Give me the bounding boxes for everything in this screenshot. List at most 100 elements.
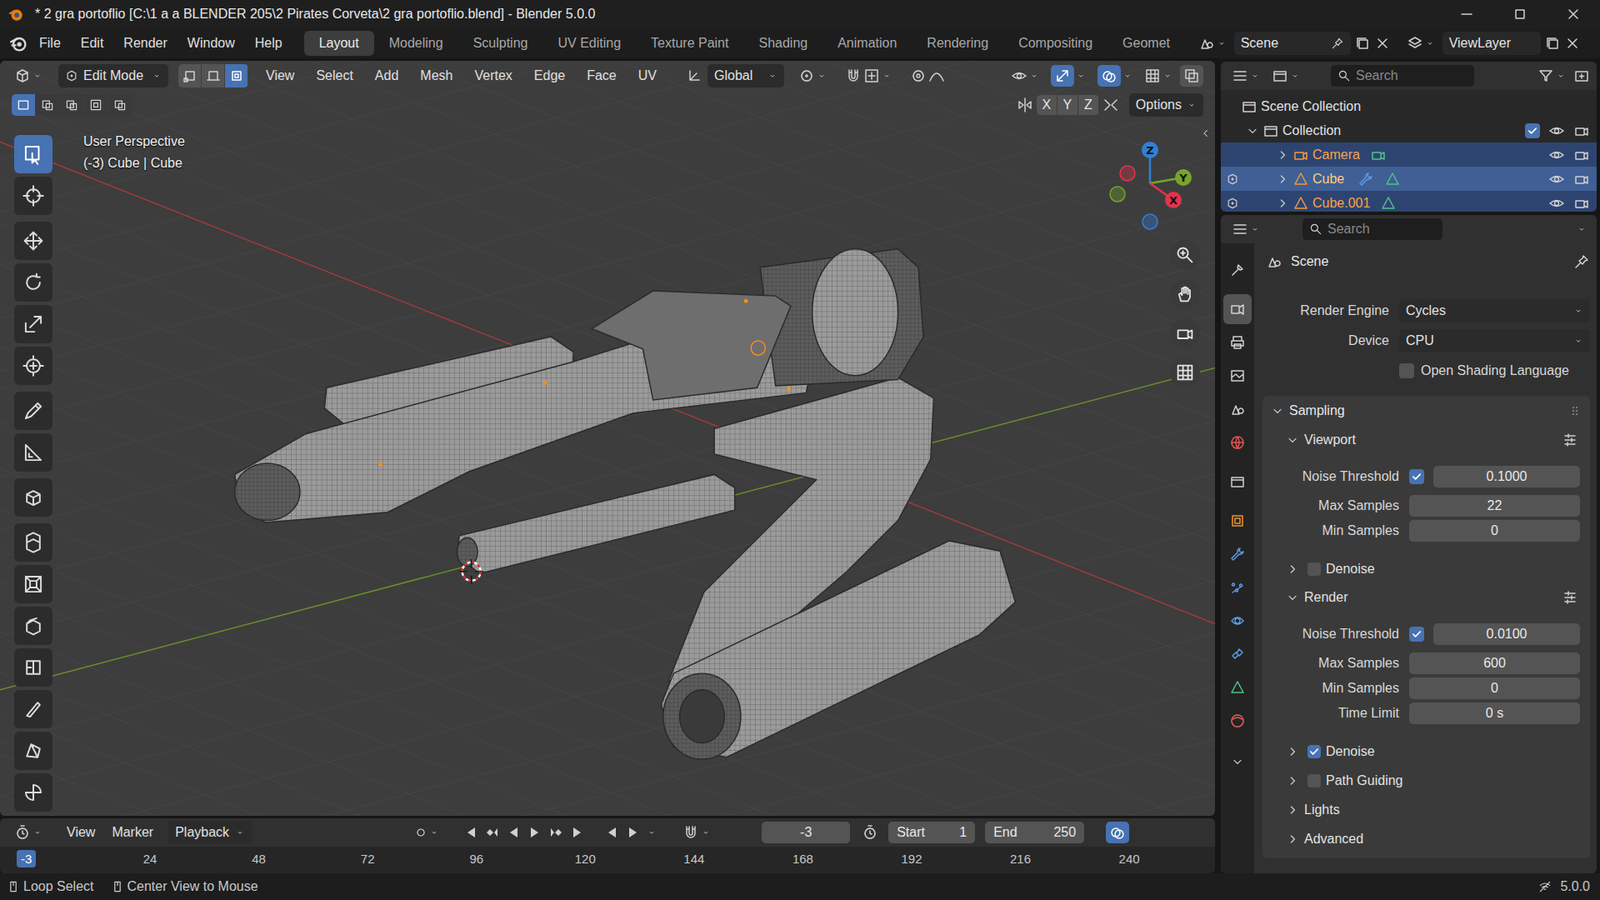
subpanel-header[interactable]: Lights — [1262, 795, 1590, 825]
mesh-data-icon[interactable] — [1380, 195, 1397, 212]
playback-dropdown[interactable]: Playback — [168, 820, 252, 845]
workspace-tab[interactable]: Modeling — [374, 30, 459, 56]
next-keyframe-icon[interactable] — [548, 824, 565, 841]
property-dropdown[interactable]: Cycles — [1399, 299, 1590, 323]
ship-lower-cylinder[interactable] — [660, 540, 1015, 758]
timeline-menu-item[interactable]: View — [58, 822, 104, 843]
properties-tab[interactable] — [1223, 505, 1252, 536]
workspace-tab[interactable]: Shading — [743, 30, 823, 56]
close-button[interactable] — [1546, 0, 1600, 29]
expanded-icon[interactable] — [1245, 124, 1260, 138]
tool-button[interactable] — [14, 305, 53, 344]
negative-axis-handle[interactable] — [1120, 165, 1135, 181]
previous-keyframe-icon[interactable] — [483, 824, 500, 841]
axis-handle[interactable]: X — [1165, 191, 1182, 209]
properties-tab[interactable] — [1223, 360, 1252, 391]
properties-tab[interactable] — [1223, 705, 1252, 736]
current-frame-marker[interactable]: -3 — [16, 850, 36, 868]
jump-start-icon[interactable] — [461, 824, 479, 841]
collapsed-icon[interactable] — [1275, 196, 1290, 210]
subpanel-checkbox[interactable] — [1307, 562, 1321, 576]
sidebar-toggle-icon[interactable] — [1200, 127, 1212, 140]
tool-button[interactable] — [14, 606, 53, 645]
viewport-menu-item[interactable]: Face — [575, 65, 628, 87]
outliner-object-row[interactable]: Camera — [1220, 142, 1597, 167]
eye-icon[interactable] — [1548, 170, 1565, 188]
tool-button[interactable] — [14, 433, 53, 472]
number-field[interactable]: 22 — [1409, 495, 1580, 517]
ship-nose-intake[interactable] — [235, 463, 300, 521]
tool-button[interactable] — [14, 648, 53, 687]
outliner-object-row[interactable]: Cube — [1220, 166, 1597, 191]
viewport-menu-item[interactable]: Select — [305, 65, 364, 87]
box-select-mode-button[interactable] — [35, 94, 60, 116]
workspace-tab[interactable]: Sculpting — [458, 30, 544, 56]
menu-item[interactable]: Window — [177, 32, 245, 55]
render-camera-icon[interactable] — [1573, 195, 1590, 212]
visibility-button[interactable] — [1006, 64, 1044, 88]
menu-item[interactable]: File — [29, 32, 71, 55]
mirror-axis-button[interactable]: Z — [1078, 95, 1100, 115]
subpanel-checkbox[interactable] — [1307, 774, 1321, 788]
box-select-mode-button[interactable] — [60, 94, 85, 116]
mesh-edit-overlay-button[interactable] — [1140, 64, 1177, 88]
render-camera-icon[interactable] — [1573, 146, 1590, 164]
jump-end-icon[interactable] — [570, 824, 587, 841]
number-field[interactable]: 0 — [1409, 520, 1580, 542]
properties-editor-type-button[interactable] — [1227, 217, 1265, 241]
workspace-tab[interactable]: Animation — [822, 30, 912, 56]
view-layer-browse-button[interactable] — [1402, 31, 1440, 55]
subpanel-header[interactable]: Viewport — [1262, 425, 1590, 455]
transform-orientation[interactable]: Global — [685, 64, 785, 88]
eye-icon[interactable] — [1548, 146, 1565, 164]
properties-tab[interactable] — [1223, 605, 1252, 636]
drag-handle-icon[interactable] — [1568, 404, 1582, 418]
render-camera-icon[interactable] — [1573, 170, 1590, 188]
subpanel-header[interactable]: Path Guiding — [1262, 765, 1590, 795]
axis-handle[interactable]: Z — [1141, 141, 1159, 159]
render-camera-icon[interactable] — [1573, 122, 1590, 140]
subpanel-header[interactable]: Render — [1262, 583, 1590, 612]
osl-checkbox[interactable] — [1399, 363, 1415, 379]
navigation-button[interactable] — [1170, 357, 1200, 388]
preview-range-toggle[interactable] — [1105, 821, 1130, 844]
property-checkbox[interactable] — [1409, 626, 1425, 642]
properties-tab[interactable] — [1223, 394, 1252, 425]
collapsed-icon[interactable] — [1275, 148, 1290, 162]
overlay-toggle[interactable] — [1093, 61, 1137, 90]
maximize-button[interactable] — [1493, 0, 1547, 29]
end-frame-field[interactable]: End250 — [985, 821, 1085, 844]
axis-handle[interactable]: Y — [1175, 169, 1192, 186]
timeline-menu-item[interactable]: Marker — [103, 822, 162, 843]
number-field[interactable]: 0 — [1409, 677, 1580, 700]
3d-viewport[interactable]: Edit ModeViewSelectAddMeshVertexEdgeFace… — [0, 60, 1215, 816]
blender-menu-icon[interactable] — [8, 33, 29, 54]
edit-mode-toggle-icon[interactable] — [1225, 196, 1240, 210]
new-view-layer-icon[interactable] — [1544, 35, 1561, 52]
outliner-object-row[interactable]: Cube.001 — [1220, 190, 1597, 212]
property-dropdown[interactable]: CPU — [1399, 329, 1590, 353]
play-icon[interactable] — [526, 824, 544, 841]
outliner-editor-type-button[interactable] — [1227, 64, 1265, 88]
presets-icon[interactable] — [1561, 589, 1579, 606]
tool-button[interactable] — [14, 478, 53, 517]
editor-type-button[interactable] — [10, 64, 47, 88]
minimize-button[interactable] — [1440, 0, 1494, 29]
collapsed-icon[interactable] — [1275, 172, 1290, 186]
new-collection-icon[interactable] — [1573, 67, 1590, 85]
tool-button[interactable] — [14, 263, 53, 302]
workspace-tab[interactable]: UV Editing — [542, 30, 636, 56]
workspace-tab[interactable]: Geomet — [1107, 30, 1181, 56]
pin-icon[interactable] — [1573, 253, 1590, 270]
box-select-mode-button[interactable] — [84, 94, 109, 116]
box-select-mode-button[interactable] — [108, 94, 133, 116]
options-caret-icon[interactable] — [1576, 224, 1587, 235]
negative-axis-handle[interactable] — [1142, 214, 1158, 230]
navigation-button[interactable] — [1170, 279, 1200, 310]
properties-tab[interactable] — [1223, 466, 1252, 497]
viewport-menu-item[interactable]: Edge — [523, 65, 576, 87]
box-select-mode-button[interactable] — [11, 94, 36, 116]
number-field[interactable]: 0.0100 — [1433, 623, 1580, 645]
negative-axis-handle[interactable] — [1110, 186, 1125, 202]
filter-button[interactable] — [1533, 64, 1570, 88]
